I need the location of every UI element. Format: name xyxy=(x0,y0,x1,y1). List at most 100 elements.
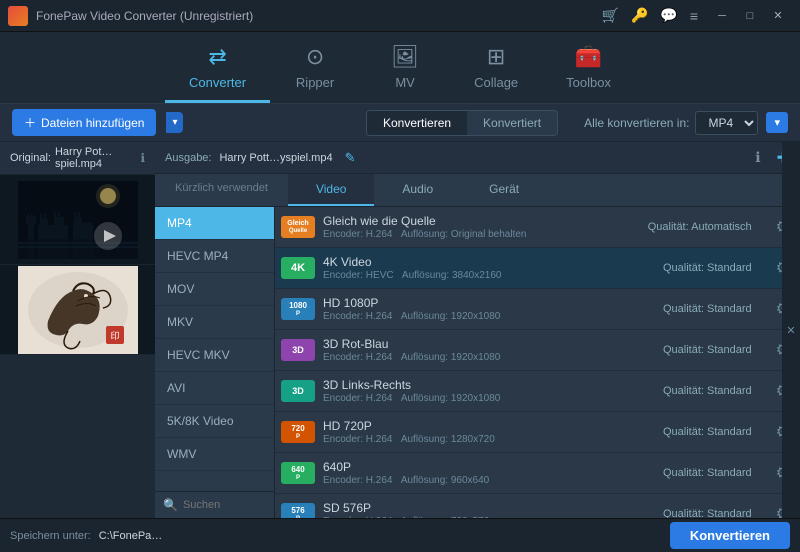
tab-toolbox-label: Toolbox xyxy=(566,75,611,90)
sidebar-search: 🔍 xyxy=(155,491,274,518)
output-info-icon[interactable]: ℹ xyxy=(755,149,760,166)
output-filename: Harry Pott…yspiel.mp4 xyxy=(219,152,332,164)
format-option-row[interactable]: GleichQuelleGleich wie die Quelle Encode… xyxy=(275,207,800,248)
maximize-button[interactable]: □ xyxy=(736,6,764,26)
output-format-select[interactable]: MP4 xyxy=(695,111,758,135)
format-option-quality: Qualität: Standard xyxy=(663,508,752,518)
close-button[interactable]: ✕ xyxy=(764,6,792,26)
sidebar-item-hevc-mkv[interactable]: HEVC MKV xyxy=(155,339,274,372)
tab-ripper[interactable]: ⊙ Ripper xyxy=(270,44,360,103)
format-option-row[interactable]: 3D 3D Links-Rechts Encoder: H.264 Auflösu… xyxy=(275,371,800,412)
sidebar-item-wmv[interactable]: WMV xyxy=(155,438,274,471)
save-bar: Speichern unter: C:\FonePa… Konvertieren xyxy=(0,518,800,552)
audio-tab[interactable]: Audio xyxy=(374,174,461,206)
thumbnail-1[interactable] xyxy=(0,175,155,265)
sidebar-item-hevc-mp4[interactable]: HEVC MP4 xyxy=(155,240,274,273)
format-badge: 576P xyxy=(281,503,315,518)
format-option-quality: Qualität: Standard xyxy=(663,303,752,315)
plus-icon: ＋ xyxy=(24,114,36,131)
format-option-quality: Qualität: Automatisch xyxy=(648,221,752,233)
minimize-button[interactable]: ─ xyxy=(708,6,736,26)
thumbnail-2[interactable]: 印 xyxy=(0,265,155,355)
format-option-info: 640P Encoder: H.264 Auflösung: 960x640 xyxy=(323,460,639,486)
toolbar: ＋ Dateien hinzufügen ▾ Konvertieren Konv… xyxy=(0,104,800,142)
format-badge: GleichQuelle xyxy=(281,216,315,238)
format-option-name: SD 576P xyxy=(323,501,639,515)
titlebar-icons: 🛒 🔑 💬 ≡ xyxy=(602,7,698,24)
alle-konvertieren-section: Alle konvertieren in: MP4 ▾ xyxy=(584,111,788,135)
search-icon: 🔍 xyxy=(163,498,178,512)
recently-used-tab[interactable]: Kürzlich verwendet xyxy=(155,174,288,206)
info-icon: ℹ xyxy=(140,151,145,165)
format-option-info: HD 1080P Encoder: H.264 Auflösung: 1920x… xyxy=(323,296,639,322)
tab-converter[interactable]: ⇄ Converter xyxy=(165,44,270,103)
format-option-row[interactable]: 1080PHD 1080P Encoder: H.264 Auflösung: … xyxy=(275,289,800,330)
original-file-bar: Original: Harry Pot…spiel.mp4 ℹ xyxy=(0,142,155,175)
tab-mv[interactable]: 🖼 MV xyxy=(360,44,450,103)
sidebar-item-mkv[interactable]: MKV xyxy=(155,306,274,339)
collage-icon: ⊞ xyxy=(487,44,505,70)
format-option-name: HD 1080P xyxy=(323,296,639,310)
format-badge: 640P xyxy=(281,462,315,484)
window-controls: ─ □ ✕ xyxy=(708,6,792,26)
convert-button[interactable]: Konvertieren xyxy=(670,522,790,549)
sidebar-item-mp4[interactable]: MP4 xyxy=(155,207,274,240)
main-area: Original: Harry Pot…spiel.mp4 ℹ xyxy=(0,142,800,518)
format-option-row[interactable]: 576PSD 576P Encoder: H.264 Auflösung: 72… xyxy=(275,494,800,518)
mv-icon: 🖼 xyxy=(391,44,419,70)
output-label: Ausgabe: xyxy=(165,152,211,164)
convert-mode-tabs: Konvertieren Konvertiert xyxy=(366,110,558,136)
tab-collage-label: Collage xyxy=(474,75,518,90)
svg-text:印: 印 xyxy=(110,330,119,341)
format-badge: 4K xyxy=(281,257,315,279)
panel-close-button[interactable]: ✕ xyxy=(782,142,800,518)
converter-icon: ⇄ xyxy=(208,44,226,70)
key-icon[interactable]: 🔑 xyxy=(631,7,648,24)
chat-icon[interactable]: 💬 xyxy=(660,7,677,24)
format-option-detail: Encoder: H.264 Auflösung: 1920x1080 xyxy=(323,393,639,404)
add-files-dropdown-button[interactable]: ▾ xyxy=(166,112,183,133)
format-option-row[interactable]: 3D3D Rot-Blau Encoder: H.264 Auflösung: … xyxy=(275,330,800,371)
format-option-detail: Encoder: H.264 Auflösung: 1920x1080 xyxy=(323,311,639,322)
format-option-detail: Encoder: H.264 Auflösung: 1920x1080 xyxy=(323,352,639,363)
format-option-row[interactable]: 4K 4K Video Encoder: HEVC Auflösung: 3840… xyxy=(275,248,800,289)
konvertieren-tab[interactable]: Konvertieren xyxy=(367,111,467,135)
add-files-label: Dateien hinzufügen xyxy=(41,116,144,130)
format-option-info: 4K Video Encoder: HEVC Auflösung: 3840x2… xyxy=(323,255,639,281)
format-option-info: 3D Links-Rechts Encoder: H.264 Auflösung… xyxy=(323,378,639,404)
thumb-2-image: 印 xyxy=(18,266,138,354)
konvertiert-tab[interactable]: Konvertiert xyxy=(467,111,557,135)
sidebar-item-avi[interactable]: AVI xyxy=(155,372,274,405)
original-filename: Harry Pot…spiel.mp4 xyxy=(55,146,136,170)
format-list-area: MP4HEVC MP4MOVMKVHEVC MKVAVI5K/8K VideoW… xyxy=(155,207,800,518)
app-logo xyxy=(8,6,28,26)
device-tab[interactable]: Gerät xyxy=(461,174,547,206)
format-type-tabs: Kürzlich verwendet Video Audio Gerät xyxy=(155,174,800,207)
format-panel: Ausgabe: Harry Pott…yspiel.mp4 ✎ ℹ ✚ Kür… xyxy=(155,142,800,518)
nav-tabs: ⇄ Converter ⊙ Ripper 🖼 MV ⊞ Collage 🧰 To… xyxy=(0,32,800,104)
format-option-quality: Qualität: Standard xyxy=(663,385,752,397)
cart-icon[interactable]: 🛒 xyxy=(602,7,619,24)
format-option-row[interactable]: 640P 640P Encoder: H.264 Auflösung: 960x6… xyxy=(275,453,800,494)
menu-icon[interactable]: ≡ xyxy=(690,8,698,24)
output-format-dropdown-button[interactable]: ▾ xyxy=(766,112,788,133)
format-sidebar: MP4HEVC MP4MOVMKVHEVC MKVAVI5K/8K VideoW… xyxy=(155,207,275,518)
search-input[interactable] xyxy=(183,499,275,511)
save-path: C:\FonePa… xyxy=(99,530,377,542)
add-files-button[interactable]: ＋ Dateien hinzufügen xyxy=(12,109,156,136)
format-badge: 3D xyxy=(281,380,315,402)
sidebar-item-5k/8k-video[interactable]: 5K/8K Video xyxy=(155,405,274,438)
ripper-icon: ⊙ xyxy=(306,44,324,70)
toolbox-icon: 🧰 xyxy=(575,44,602,70)
format-option-quality: Qualität: Standard xyxy=(663,344,752,356)
edit-filename-icon[interactable]: ✎ xyxy=(345,150,356,166)
output-file-header: Ausgabe: Harry Pott…yspiel.mp4 ✎ ℹ ✚ xyxy=(155,142,800,174)
format-option-detail: Encoder: H.264 Auflösung: Original behal… xyxy=(323,229,624,240)
format-option-quality: Qualität: Standard xyxy=(663,467,752,479)
format-option-name: 3D Links-Rechts xyxy=(323,378,639,392)
sidebar-item-mov[interactable]: MOV xyxy=(155,273,274,306)
format-option-row[interactable]: 720PHD 720P Encoder: H.264 Auflösung: 12… xyxy=(275,412,800,453)
video-tab[interactable]: Video xyxy=(288,174,374,206)
tab-toolbox[interactable]: 🧰 Toolbox xyxy=(542,44,635,103)
tab-collage[interactable]: ⊞ Collage xyxy=(450,44,542,103)
